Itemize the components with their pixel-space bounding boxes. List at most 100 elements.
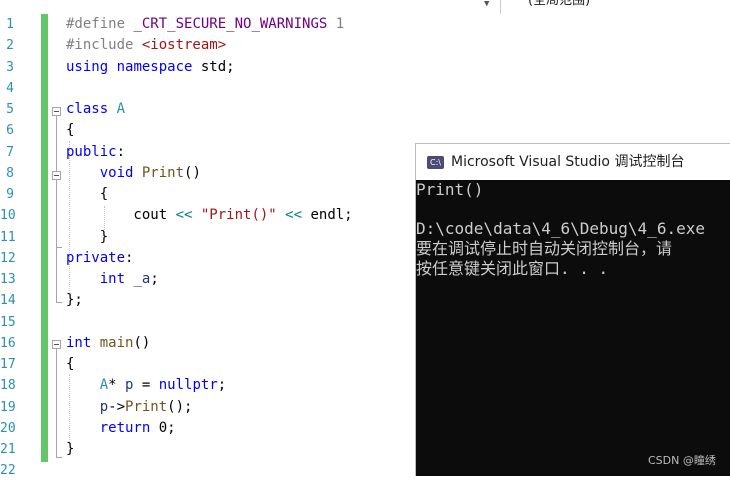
code-line: #define _CRT_SECURE_NO_WARNINGS 1 <box>66 14 353 35</box>
line-number-gutter: 1 2 3 4 5 6 7 8 9 10 11 12 13 14 15 16 1… <box>0 14 22 482</box>
code-token: -> <box>108 398 126 415</box>
code-line: private: <box>66 248 353 269</box>
line-number: 9 <box>6 187 14 202</box>
change-tracking-bar <box>41 14 48 462</box>
outline-guide <box>56 116 57 302</box>
line-number: 15 <box>0 314 16 330</box>
code-token: : <box>125 249 134 266</box>
console-title: Microsoft Visual Studio 调试控制台 <box>451 154 685 170</box>
watermark: CSDN @瞳绣 <box>648 454 716 467</box>
code-token: ; <box>217 377 227 394</box>
code-token: } <box>66 441 75 457</box>
line-number: 12 <box>0 250 16 266</box>
outline-guide-end <box>56 457 62 458</box>
code-token: () <box>133 334 151 351</box>
code-token: (); <box>167 398 193 415</box>
code-line: using namespace std; <box>66 57 353 78</box>
code-token: ; <box>150 271 159 287</box>
code-token: main <box>99 334 134 351</box>
code-line: cout << "Print()" << endl; <box>66 205 353 226</box>
line-number: 22 <box>0 463 16 479</box>
scope-dropdown[interactable]: (全局范围) <box>528 0 590 11</box>
code-token: namespace <box>116 58 193 75</box>
code-line: } <box>66 439 353 460</box>
code-line: return 0; <box>66 418 353 439</box>
line-number: 17 <box>0 357 16 372</box>
code-token: { <box>66 356 75 372</box>
code-token: A <box>116 101 126 117</box>
code-token: : <box>116 143 126 160</box>
code-token: using <box>66 58 109 75</box>
console-output: Print() D:\code\data\4_6\Debug\4_6.exe 要… <box>416 180 730 278</box>
console-titlebar[interactable]: C:\ Microsoft Visual Studio 调试控制台 <box>416 144 730 180</box>
line-number: 3 <box>6 59 14 75</box>
code-token: 0; <box>150 419 176 436</box>
code-line: #include <iostream> <box>66 35 353 56</box>
code-token: Print <box>125 398 168 415</box>
line-number: 1 <box>6 17 14 32</box>
code-token: class <box>66 101 109 117</box>
collapse-main-icon[interactable] <box>52 340 61 349</box>
code-token: _CRT_SECURE_NO_WARNINGS <box>133 16 328 32</box>
code-token: public <box>66 143 117 160</box>
code-line: p->Print(); <box>66 397 353 418</box>
code-token: } <box>66 228 109 245</box>
code-token: }; <box>66 292 83 309</box>
code-token: { <box>66 186 109 202</box>
code-token: std; <box>192 58 235 75</box>
line-number: 11 <box>0 229 16 245</box>
code-token: Print <box>141 164 185 181</box>
code-token: "Print()" <box>200 207 277 224</box>
line-number: 14 <box>0 293 16 309</box>
dropdown-caret-icon[interactable]: ▼ <box>484 0 489 9</box>
line-number: 4 <box>6 80 14 96</box>
scope-bar: ▼ (全局范围) <box>0 0 730 14</box>
code-token: endl; <box>302 207 353 224</box>
code-editor[interactable]: #define _CRT_SECURE_NO_WARNINGS 1 #inclu… <box>66 14 353 460</box>
code-token: #define <box>66 16 134 32</box>
code-line: } <box>66 227 353 248</box>
code-token: private <box>66 249 126 266</box>
code-line: { <box>66 120 353 141</box>
console-line: D:\code\data\4_6\Debug\4_6.exe <box>416 219 705 239</box>
console-app-icon: C:\ <box>427 156 444 169</box>
collapse-class-icon[interactable] <box>52 107 61 116</box>
code-token: 1 <box>327 16 345 32</box>
line-number: 5 <box>6 102 14 117</box>
console-line: Print() <box>416 180 484 199</box>
outline-guide-end <box>56 302 62 303</box>
code-line: { <box>66 184 353 205</box>
line-number: 8 <box>6 165 14 181</box>
line-number: 20 <box>0 420 16 436</box>
code-token: * <box>108 377 126 394</box>
code-line: }; <box>66 290 353 311</box>
outline-guide-end <box>56 247 62 248</box>
code-line: void Print() <box>66 163 353 184</box>
toolbar-separator <box>500 0 501 14</box>
code-token: cout <box>66 207 176 224</box>
code-line: { <box>66 354 353 375</box>
line-number: 18 <box>0 378 16 394</box>
code-token: << <box>285 207 303 224</box>
code-token: int <box>99 271 126 287</box>
line-number: 21 <box>0 442 16 457</box>
line-number: 13 <box>0 272 16 287</box>
code-token: = <box>133 377 159 394</box>
code-line: int _a; <box>66 269 353 290</box>
code-token: A <box>99 377 109 394</box>
code-line: class A <box>66 99 353 120</box>
debug-console-window[interactable]: C:\ Microsoft Visual Studio 调试控制台 Print(… <box>415 143 730 476</box>
code-token: #include <box>66 37 142 54</box>
collapse-method-icon[interactable] <box>52 171 61 180</box>
console-line: 要在调试停止时自动关闭控制台，请 <box>416 239 673 259</box>
code-line: int main() <box>66 333 353 354</box>
